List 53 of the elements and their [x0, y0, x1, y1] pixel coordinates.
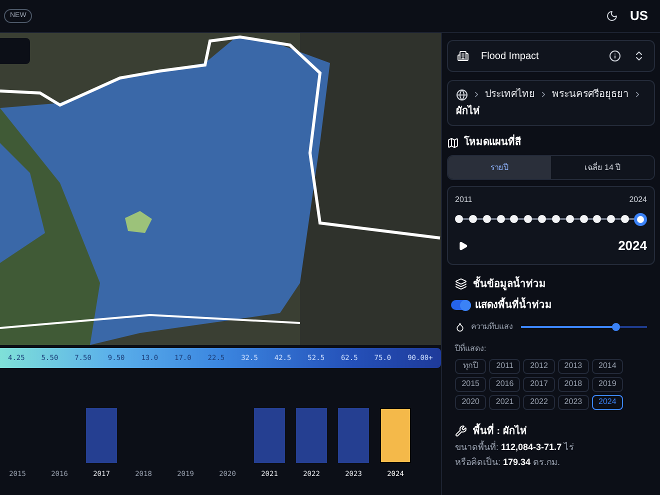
chevrons-icon — [633, 50, 645, 62]
globe-icon — [456, 88, 468, 100]
droplet-icon — [455, 322, 465, 332]
layers-icon — [455, 278, 467, 290]
year-button[interactable]: 2021 — [489, 394, 520, 410]
year-bar[interactable] — [380, 408, 411, 462]
toggle-label: แสดงพื้นที่น้ำท่วม — [475, 298, 552, 312]
current-year: 2024 — [618, 237, 647, 255]
mode-tab[interactable]: เฉลี่ย 14 ปี — [551, 156, 654, 179]
section-title: พื้นที่ : ผักไห่ — [473, 424, 527, 438]
year-button[interactable]: 2019 — [592, 376, 623, 392]
info-icon[interactable] — [609, 50, 621, 62]
section-title: โหมดแผนที่สี — [464, 135, 521, 150]
slider-thumb[interactable] — [612, 322, 620, 330]
breadcrumb-item[interactable]: ผักไห่ — [456, 104, 480, 119]
chevron-icon — [633, 90, 642, 99]
area-info-text: ขนาดพื้นที่: 112,084-3-71.7 ไร่ — [455, 440, 576, 454]
year-button[interactable]: 2022 — [523, 394, 555, 410]
year-button[interactable]: ทุกปี — [455, 358, 486, 374]
timeline-start: 2011 — [455, 194, 472, 206]
tools-icon — [455, 425, 467, 437]
breadcrumb-item[interactable]: พระนครศรีอยุธยา — [552, 87, 629, 102]
year-button[interactable]: 2014 — [592, 358, 623, 374]
satellite-map[interactable] — [0, 33, 441, 345]
dataset-selector[interactable]: Flood Impact — [447, 40, 655, 72]
flood-toggle[interactable] — [451, 300, 471, 310]
building-icon — [457, 50, 469, 62]
year-button[interactable]: 2011 — [489, 358, 520, 374]
mode-tab[interactable]: รายปี — [448, 156, 551, 179]
section-title: ชั้นข้อมูลน้ำท่วม — [473, 276, 546, 292]
chevron-icon — [472, 90, 481, 99]
year-button[interactable]: 2015 — [455, 376, 486, 392]
play-icon[interactable] — [458, 240, 468, 251]
year-button[interactable]: 2020 — [455, 394, 486, 410]
map-icon — [447, 136, 459, 148]
year-button[interactable]: 2017 — [523, 376, 555, 392]
timeline-end: 2024 — [629, 194, 647, 206]
language-selector[interactable]: US — [630, 6, 648, 26]
year-button[interactable]: 2012 — [523, 358, 555, 374]
field-patch — [125, 211, 152, 233]
year-button[interactable]: 2013 — [558, 358, 589, 374]
breadcrumb-item[interactable]: ประเทศไทย — [485, 87, 535, 102]
chevron-icon — [539, 90, 548, 99]
year-button[interactable]: 2016 — [489, 376, 520, 392]
timeline-thumb[interactable] — [634, 212, 647, 226]
area-info-text: หรือคิดเป็น: 179.34 ตร.กม. — [455, 456, 562, 469]
theme-toggle-icon[interactable] — [606, 10, 618, 22]
year-button[interactable]: 2018 — [558, 376, 589, 392]
years-label: ปีที่แสดง: — [455, 342, 488, 354]
year-button[interactable]: 2023 — [558, 394, 589, 410]
timeline-track[interactable] — [455, 212, 647, 226]
year-button[interactable]: 2024 — [592, 394, 623, 410]
slider-label: ความทึบแสง — [471, 320, 513, 332]
